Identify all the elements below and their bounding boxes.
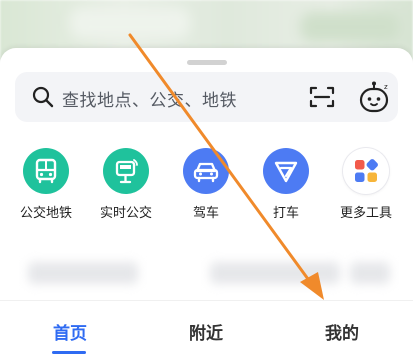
more-tools-icon [343,148,389,194]
svg-text:z: z [384,83,388,91]
tool-drive[interactable]: 驾车 [166,144,246,224]
tool-label: 打车 [272,206,299,221]
tool-more[interactable]: 更多工具 [326,144,406,224]
car-icon [183,148,229,194]
search-icon [32,86,54,108]
bottom-tab-bar: 首页 附近 我的 [0,300,413,364]
taxi-icon [263,148,309,194]
tool-taxi[interactable]: 打车 [246,144,326,224]
tool-label: 更多工具 [339,206,392,221]
tab-mine[interactable]: 我的 [302,319,382,344]
sheet-drag-handle[interactable] [187,60,227,65]
tool-label: 公交地铁 [19,206,72,221]
search-input[interactable]: 查找地点、公交、地铁 [62,86,237,111]
realtime-bus-icon [103,148,149,194]
tool-label: 驾车 [192,206,219,221]
bus-icon [23,148,69,194]
tool-bus-subway[interactable]: 公交地铁 [6,144,86,224]
tab-home[interactable]: 首页 [30,319,110,344]
tab-nearby[interactable]: 附近 [166,319,246,344]
quick-tools: 公交地铁 实时公交 驾车 打车 更多工具 [0,144,413,224]
voice-assistant-icon[interactable]: z [358,80,390,114]
scan-icon[interactable] [309,85,335,109]
search-bar[interactable]: 查找地点、公交、地铁 z [15,72,398,122]
blurred-content [0,262,413,302]
tool-realtime-bus[interactable]: 实时公交 [86,144,166,224]
tab-active-indicator [52,351,86,354]
tool-label: 实时公交 [99,206,152,221]
